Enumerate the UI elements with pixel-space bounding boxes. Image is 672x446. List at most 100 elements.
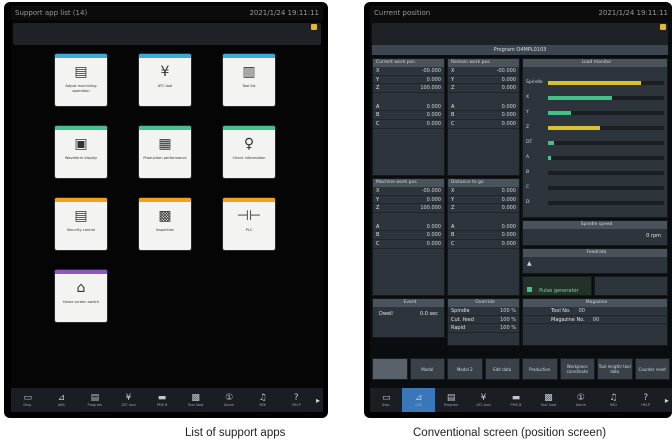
bottom-bar-item-0[interactable]: ▭ Disp. — [370, 393, 402, 408]
axis-row: C 0.000 — [448, 240, 519, 249]
bottom-bar-item-8[interactable]: ? HELP — [280, 393, 314, 408]
softkey-4[interactable]: Production — [522, 358, 558, 380]
axis-row: B 0.000 — [373, 231, 444, 240]
axis-label: Z — [451, 85, 455, 92]
bottom-bar-item-6[interactable]: ① Alarm — [565, 393, 597, 408]
app-tile-2[interactable]: ▥ Tool list — [223, 54, 275, 106]
bottom-bar-item-7[interactable]: ♫ MDI — [246, 393, 280, 408]
override-label: Spindle — [451, 308, 470, 314]
app-tile-4[interactable]: ▦ Production performance — [139, 126, 191, 178]
mdi-icon: ♫ — [609, 392, 618, 403]
machine-work-pos-panel: Machine work pos. X -00.000 Y 0.000 Z 100.000 A… — [372, 178, 445, 296]
app-label: Check information — [232, 156, 266, 160]
load-row: Y — [523, 105, 667, 120]
load-bar-track — [548, 95, 664, 100]
softkey-7[interactable]: Counter reset — [634, 358, 670, 380]
softkey-3[interactable]: Edit data — [484, 358, 520, 380]
bottom-bar-item-3[interactable]: ¥ ATC tool — [112, 393, 146, 408]
axis-value: 0.000 — [501, 196, 516, 203]
axis-value: 100.000 — [420, 85, 441, 92]
app-tile-0[interactable]: ▤ Adjust machining operation — [55, 54, 107, 106]
distance-to-go-panel: Distance to go X 0.000 Y 0.000 Z 0.000 A 0.000 B 0… — [447, 178, 520, 296]
bottom-bar-item-6[interactable]: ① Alarm — [212, 393, 246, 408]
bottom-bar-item-2[interactable]: ▤ Program — [78, 393, 112, 408]
bottom-bar-item-7[interactable]: ♫ MDI — [597, 393, 629, 408]
bottom-bar-label: Alarm — [575, 402, 586, 407]
tool-list-icon: ▥ — [242, 64, 256, 80]
pulse-generator-label: Pulse generator — [539, 288, 579, 294]
bottom-bar-item-5[interactable]: ▩ Tool load — [532, 393, 564, 408]
next-page-icon[interactable]: ▸ — [313, 396, 323, 405]
right-toolbar — [372, 23, 668, 45]
axis-row: Z 100.000 — [373, 204, 444, 213]
bottom-bar-item-1[interactable]: ⊿ ABS — [402, 388, 435, 412]
axis-row: X -00.000 — [373, 67, 444, 76]
left-screen: Support app list (14) 2021/1/24 19:11:11… — [11, 6, 323, 412]
left-clock: 2021/1/24 19:11:11 — [249, 9, 319, 17]
tool-load-icon: ▩ — [544, 392, 553, 403]
app-tile-8[interactable]: ⊣⊢ PLC — [223, 198, 275, 250]
axis-value: -00.000 — [496, 68, 516, 74]
load-bar-fill — [548, 125, 601, 130]
axis-label: X — [376, 188, 380, 194]
bottom-bar-label: ATC tool — [476, 402, 491, 407]
axis-label: B — [376, 112, 380, 119]
bottom-bar-item-3[interactable]: ¥ ATC tool — [467, 393, 499, 408]
axis-row: Y 0.000 — [448, 196, 519, 205]
left-toolbar — [13, 23, 321, 45]
app-tile-9[interactable]: ⌂ Home screen switch — [55, 270, 107, 322]
axis-row: Y 0.000 — [448, 76, 519, 85]
axis-label: B — [376, 232, 380, 239]
app-tile-6[interactable]: ▤ Security control — [55, 198, 107, 250]
alarm-icon: ① — [225, 392, 234, 403]
notification-icon[interactable] — [660, 24, 666, 30]
axis-row: C 0.000 — [373, 120, 444, 129]
axis-label: A — [451, 223, 455, 230]
bottom-bar-item-0[interactable]: ▭ Disp. — [11, 393, 45, 408]
axis-label: A — [376, 223, 380, 230]
bottom-bar-item-8[interactable]: ? HELP — [630, 393, 662, 408]
softkey-0[interactable] — [372, 358, 408, 380]
axis-value: 0.000 — [501, 188, 516, 194]
softkey-1[interactable]: Modal — [409, 358, 445, 380]
load-bar-track — [548, 140, 664, 145]
axis-value: -00.000 — [421, 68, 441, 74]
waveform-icon: ▣ — [74, 136, 88, 152]
bottom-bar-item-4[interactable]: ▬ PMS B — [500, 393, 532, 408]
softkey-6[interactable]: Tool length/ tool data — [597, 358, 633, 380]
bottom-bar-item-4[interactable]: ▬ PMS B — [145, 393, 179, 408]
bottom-bar-label: Tool load — [540, 402, 557, 407]
bottom-bar-item-1[interactable]: ⊿ ABS — [45, 393, 79, 408]
override-head: Override — [448, 299, 519, 307]
left-caption: List of support apps — [185, 427, 286, 439]
axis-row: Y 0.000 — [373, 76, 444, 85]
app-tile-7[interactable]: ▩ Inspection — [139, 198, 191, 250]
atc-icon: ¥ — [125, 392, 132, 403]
bottom-bar-item-5[interactable]: ▩ Tool load — [179, 393, 213, 408]
axis-value: 0.000 — [501, 112, 516, 119]
right-title-bar: Current position 2021/1/24 19:11:11 — [370, 6, 672, 20]
override-label: Cut. feed — [451, 316, 474, 323]
axis-row: C 0.000 — [448, 120, 519, 129]
app-color-strip — [139, 54, 191, 58]
notification-icon[interactable] — [311, 24, 317, 30]
load-bar-fill — [548, 80, 641, 85]
tool-load-icon: ▩ — [191, 392, 200, 403]
app-label: PLC — [245, 228, 253, 232]
bottom-bar-label: HELP — [291, 402, 301, 407]
softkey-2[interactable]: Modal 2 — [447, 358, 483, 380]
event-head: Event — [373, 299, 444, 307]
axis-row: Z 0.000 — [448, 204, 519, 213]
load-bar-track — [548, 185, 664, 190]
app-tile-5[interactable]: ♀ Check information — [223, 126, 275, 178]
pulse-generator-button[interactable]: Pulse generator — [522, 276, 592, 296]
app-tile-1[interactable]: ¥ ATC tool — [139, 54, 191, 106]
magazine-value: 00 — [592, 316, 600, 323]
axis-row: B 0.000 — [448, 111, 519, 120]
bottom-bar-item-2[interactable]: ▤ Program — [435, 393, 467, 408]
load-axis-label: DT — [526, 140, 533, 145]
next-page-icon[interactable]: ▸ — [662, 396, 672, 405]
softkey-5[interactable]: Workpiece coordinate — [559, 358, 595, 380]
app-tile-3[interactable]: ▣ Waveform display — [55, 126, 107, 178]
axis-value: 0.000 — [501, 232, 516, 239]
